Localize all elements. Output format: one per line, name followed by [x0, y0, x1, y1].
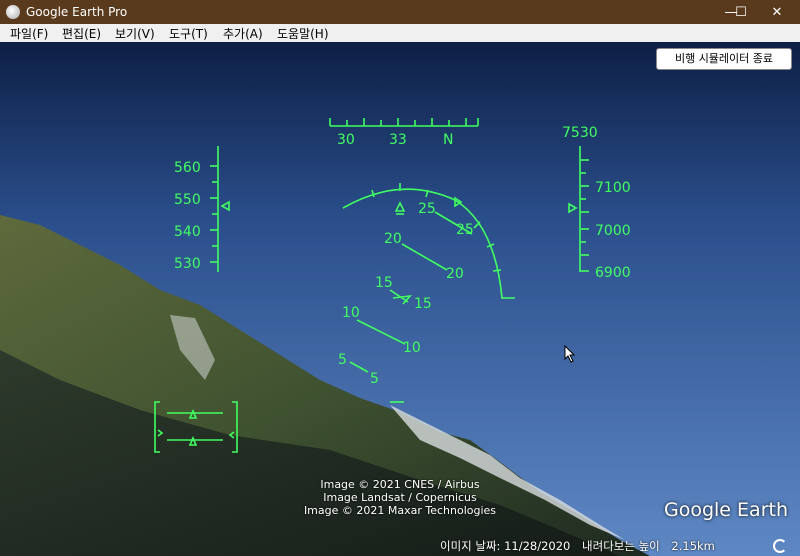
- pitch-label-15-left: 15: [375, 275, 393, 291]
- pitch-line-10: [356, 319, 406, 345]
- altitude-ticks: [580, 159, 589, 272]
- pitch-label-20-left: 20: [384, 231, 402, 247]
- pitch-label-25-right: 25: [456, 222, 474, 238]
- throttle-bracket-left: [154, 401, 160, 453]
- window-title: Google Earth Pro: [26, 5, 128, 19]
- pitch-label-25-left: 25: [418, 201, 436, 217]
- bank-pointer-icon: [394, 201, 406, 212]
- throttle-bracket-right: [232, 401, 238, 453]
- pitch-label-5-right: 5: [370, 371, 379, 387]
- pitch-line-5: [349, 361, 369, 373]
- menu-bar: 파일(F) 편집(E) 보기(V) 도구(T) 추가(A) 도움말(H): [0, 24, 800, 43]
- streaming-spinner-icon: [773, 539, 787, 553]
- pitch-label-10-left: 10: [342, 305, 360, 321]
- menu-view[interactable]: 보기(V): [113, 25, 157, 42]
- menu-help[interactable]: 도움말(H): [275, 25, 331, 42]
- imagery-credits: Image © 2021 CNES / Airbus Image Landsat…: [290, 478, 510, 517]
- menu-file[interactable]: 파일(F): [8, 25, 50, 42]
- throttle-marker-icon: [157, 429, 164, 437]
- heading-label-30: 30: [337, 132, 355, 148]
- menu-tools[interactable]: 도구(T): [167, 25, 210, 42]
- flight-path-marker-icon: [392, 294, 412, 305]
- altitude-label-6900: 6900: [595, 265, 631, 281]
- altitude-top-label: 7530: [562, 125, 598, 141]
- close-button[interactable]: ✕: [754, 0, 800, 24]
- heading-label-n: N: [443, 132, 453, 148]
- eye-altitude-value: 2.15km: [671, 539, 715, 553]
- speed-label-540: 540: [174, 224, 201, 240]
- pitch-label-20-right: 20: [446, 266, 464, 282]
- credit-line: Image Landsat / Copernicus: [323, 491, 477, 504]
- speed-pointer-icon: [220, 200, 230, 212]
- image-date: 이미지 날짜: 11/28/2020: [440, 539, 571, 553]
- heading-ticks: [329, 118, 479, 126]
- menu-add[interactable]: 추가(A): [221, 25, 265, 42]
- altitude-label-7100: 7100: [595, 180, 631, 196]
- credit-line: Image © 2021 CNES / Airbus: [320, 478, 480, 491]
- pitch-line-20: [401, 243, 448, 271]
- heading-label-33: 33: [389, 132, 407, 148]
- menu-edit[interactable]: 편집(E): [60, 25, 103, 42]
- google-earth-icon: [6, 5, 20, 19]
- pitch-label-10-right: 10: [403, 340, 421, 356]
- exit-flight-simulator-button[interactable]: 비행 시뮬레이터 종료: [656, 48, 792, 70]
- speed-label-550: 550: [174, 192, 201, 208]
- altitude-label-7000: 7000: [595, 223, 631, 239]
- pitch-label-5-left: 5: [338, 352, 347, 368]
- altitude-pointer-icon: [568, 202, 578, 214]
- status-bar: 이미지 날짜: 11/28/2020 내려다보는 높이 2.15km: [440, 538, 723, 554]
- google-earth-logo: Google Earth: [664, 499, 788, 521]
- pitch-label-15-right: 15: [414, 296, 432, 312]
- speed-label-530: 530: [174, 256, 201, 272]
- mouse-cursor-icon: [564, 345, 576, 363]
- speed-label-560: 560: [174, 160, 201, 176]
- credit-line: Image © 2021 Maxar Technologies: [303, 504, 497, 517]
- rudder-marker-icon: [228, 431, 235, 439]
- eye-altitude-label: 내려다보는 높이: [582, 539, 660, 553]
- speed-ticks: [210, 165, 218, 263]
- title-bar: Google Earth Pro — ☐ ✕: [0, 0, 800, 24]
